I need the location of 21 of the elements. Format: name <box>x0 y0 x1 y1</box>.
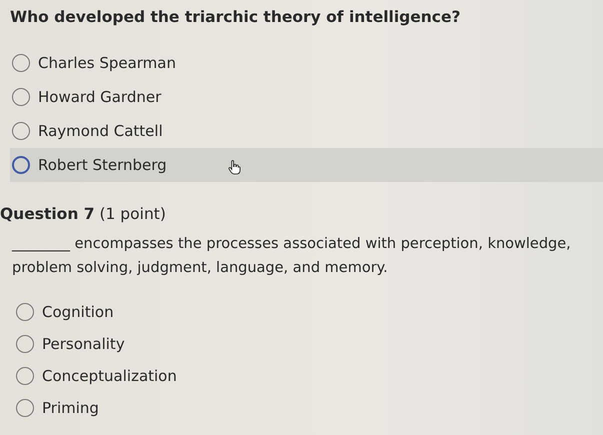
radio-button[interactable] <box>16 399 34 417</box>
option-label: Conceptualization <box>42 367 177 385</box>
hand-cursor-icon <box>228 160 241 175</box>
radio-button[interactable] <box>16 303 34 321</box>
option-label: Priming <box>42 399 99 417</box>
radio-button[interactable] <box>16 335 34 353</box>
option-label: Charles Spearman <box>38 54 176 72</box>
radio-button[interactable] <box>12 122 30 140</box>
question-text: ________ encompasses the processes associated with perception, knowledge, problem solving, judgment, language, and memory. <box>12 235 572 278</box>
radio-button[interactable] <box>12 54 30 72</box>
question-heading: Question 7 (1 point) <box>0 204 167 224</box>
radio-button[interactable] <box>12 88 30 106</box>
radio-button[interactable] <box>16 367 34 385</box>
option-label: Robert Sternberg <box>38 156 167 174</box>
radio-button[interactable] <box>12 156 30 174</box>
answer-option-highlight[interactable]: Robert Sternberg <box>10 148 603 182</box>
option-label: Cognition <box>42 303 114 321</box>
question-text: Who developed the triarchic theory of intelligence? <box>10 7 462 28</box>
option-label: Personality <box>42 335 125 353</box>
option-label: Howard Gardner <box>38 88 162 106</box>
option-label: Raymond Cattell <box>38 122 163 140</box>
